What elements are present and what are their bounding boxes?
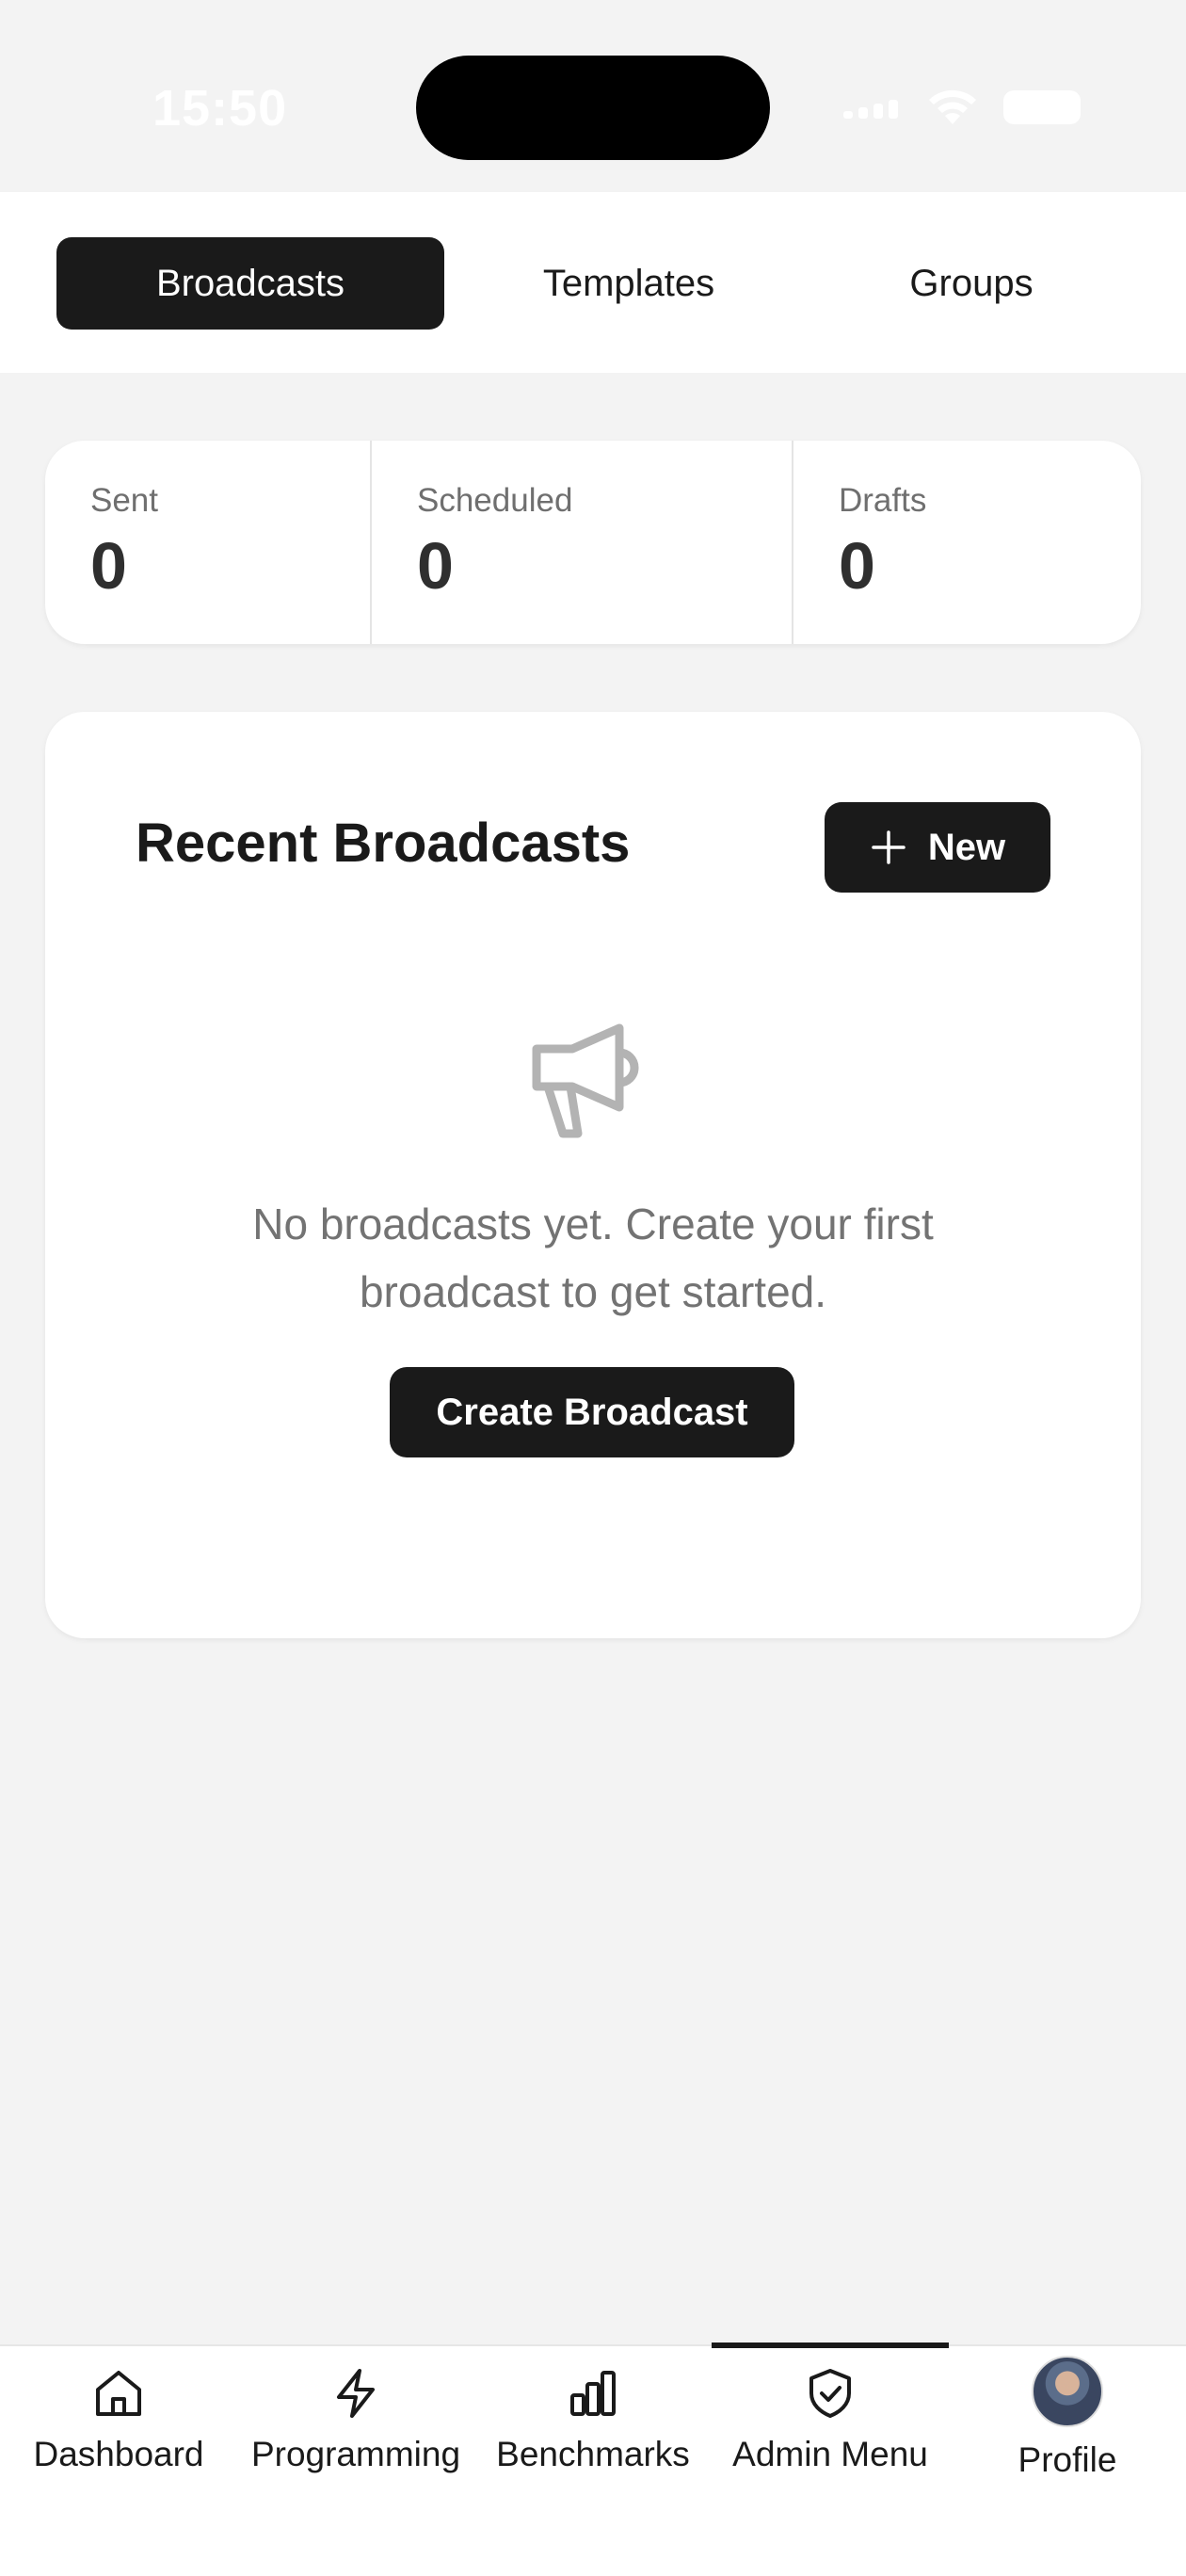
bottom-nav: Dashboard Programming Benchmarks Admin M… — [0, 2343, 1186, 2576]
tab-broadcasts[interactable]: Broadcasts — [56, 237, 444, 330]
nav-label: Dashboard — [33, 2435, 204, 2473]
stat-label: Drafts — [839, 482, 927, 519]
section-title: Recent Broadcasts — [136, 813, 631, 874]
nav-item-programming[interactable]: Programming — [237, 2346, 474, 2497]
nav-label: Admin Menu — [732, 2435, 928, 2473]
stat-label: Sent — [90, 482, 158, 519]
wifi-icon — [929, 89, 976, 124]
stat-drafts: Drafts 0 — [792, 441, 1141, 644]
status-bar: 15:50 — [0, 0, 1186, 192]
nav-item-profile[interactable]: Profile — [949, 2346, 1186, 2497]
bar-chart-icon — [570, 2371, 616, 2416]
home-icon — [96, 2371, 141, 2416]
avatar — [1032, 2356, 1103, 2427]
new-button-label: New — [927, 826, 1006, 868]
nav-label: Profile — [1018, 2440, 1117, 2479]
stat-value: 0 — [839, 529, 875, 603]
shield-check-icon — [809, 2369, 851, 2418]
stat-label: Scheduled — [417, 482, 573, 519]
cellular-signal-icon — [843, 100, 904, 119]
nav-label: Benchmarks — [496, 2435, 690, 2473]
megaphone-icon — [532, 1023, 639, 1138]
stat-scheduled: Scheduled 0 — [370, 441, 792, 644]
empty-state-text: No broadcasts yet. Create your first bro… — [252, 1199, 934, 1316]
dynamic-island — [416, 56, 770, 160]
nav-item-admin-menu[interactable]: Admin Menu — [712, 2346, 949, 2497]
nav-item-benchmarks[interactable]: Benchmarks — [474, 2346, 712, 2497]
tab-templates[interactable]: Templates — [486, 237, 772, 330]
segment-tabs: Broadcasts Templates Groups — [0, 192, 1186, 373]
nav-item-dashboard[interactable]: Dashboard — [0, 2346, 237, 2497]
recent-broadcasts-card: Recent Broadcasts New No broadcasts yet.… — [45, 712, 1141, 1638]
nav-label: Programming — [250, 2435, 461, 2473]
stats-card: Sent 0 Scheduled 0 Drafts 0 — [45, 441, 1141, 644]
stat-value: 0 — [90, 529, 127, 603]
create-broadcast-button[interactable]: Create Broadcast — [390, 1367, 794, 1457]
status-time: 15:50 — [152, 80, 288, 137]
stat-sent: Sent 0 — [45, 441, 370, 644]
plus-icon — [872, 830, 906, 864]
lightning-icon — [337, 2369, 375, 2418]
battery-icon — [1003, 90, 1081, 124]
stat-value: 0 — [417, 529, 454, 603]
new-broadcast-button[interactable]: New — [825, 802, 1050, 893]
tab-groups[interactable]: Groups — [813, 237, 1130, 330]
